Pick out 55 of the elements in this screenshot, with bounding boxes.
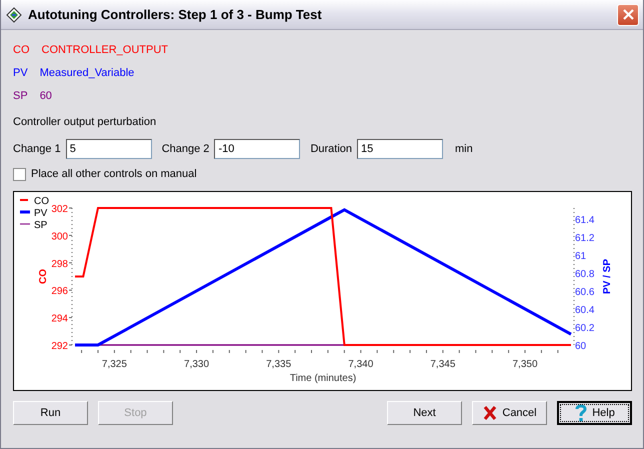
axis-title: Time (minutes) — [290, 373, 356, 384]
axis-title: CO — [38, 269, 49, 284]
variable-name: 60 — [40, 90, 52, 102]
axis-tick-label: 61 — [575, 250, 586, 262]
app-icon — [5, 6, 23, 24]
axis-tick-label: 7,325 — [102, 359, 127, 370]
variable-tag: PV — [13, 66, 28, 78]
axis-tick-label: 60.2 — [575, 322, 594, 334]
axis-tick-label: 298 — [51, 258, 68, 270]
dialog-button[interactable]: Help — [557, 401, 632, 425]
legend-item: CO — [20, 196, 49, 207]
legend-label: SP — [34, 220, 48, 231]
field-label: Change 2 — [162, 143, 210, 155]
legend-label: PV — [34, 208, 48, 219]
variable-tag: CO — [13, 44, 30, 56]
axis-tick-label: 60 — [575, 341, 586, 352]
dialog-button[interactable]: Run — [13, 401, 88, 425]
axis-tick-label: 7,350 — [512, 359, 538, 370]
window-title: Autotuning Controllers: Step 1 of 3 - Bump Test — [28, 7, 323, 22]
axis-tick-label: 294 — [51, 314, 68, 325]
dialog-button[interactable]: Cancel — [472, 401, 547, 425]
variable-tag: SP — [13, 90, 28, 102]
input-field[interactable]: 15 — [357, 139, 444, 159]
axis-tick-label: 61.4 — [575, 214, 594, 226]
axis-tick-label: 7,340 — [348, 359, 374, 370]
cross-icon — [482, 405, 498, 421]
axis-tick-label: 292 — [51, 341, 68, 352]
axis-tick-label: 60.8 — [575, 268, 594, 280]
axis-tick-label: 61.2 — [575, 232, 594, 244]
variable-name: Measured_Variable — [40, 66, 134, 78]
axis-tick-label: 60.4 — [575, 304, 594, 316]
unit-label: min — [455, 143, 473, 155]
axis-tick-label: 296 — [51, 286, 68, 298]
legend-item: PV — [20, 208, 48, 219]
variable-name: CONTROLLER_OUTPUT — [42, 44, 168, 56]
legend-item: SP — [20, 220, 48, 231]
question-mark-icon — [574, 404, 588, 422]
field-label: Duration — [310, 143, 352, 155]
axis-tick-label: 7,335 — [266, 359, 292, 370]
input-field[interactable]: 5 — [66, 139, 152, 159]
close-button[interactable] — [617, 4, 639, 26]
checkbox-label: Place all other controls on manual — [31, 168, 197, 180]
input-field[interactable]: -10 — [214, 139, 300, 159]
close-icon — [622, 8, 634, 21]
axis-tick-label: 7,345 — [430, 359, 456, 370]
axis-tick-label: 302 — [51, 204, 68, 215]
axis-title: PV / SP — [602, 259, 613, 294]
legend-label: CO — [34, 196, 50, 207]
section-heading: Controller output perturbation — [13, 116, 158, 130]
axis-tick-label: 7,330 — [184, 359, 210, 370]
field-label: Change 1 — [13, 143, 61, 155]
checkbox[interactable] — [13, 168, 26, 180]
dialog-button[interactable]: Next — [387, 401, 462, 425]
axis-tick-label: 300 — [51, 231, 68, 242]
axis-tick-label: 60.6 — [575, 286, 594, 298]
